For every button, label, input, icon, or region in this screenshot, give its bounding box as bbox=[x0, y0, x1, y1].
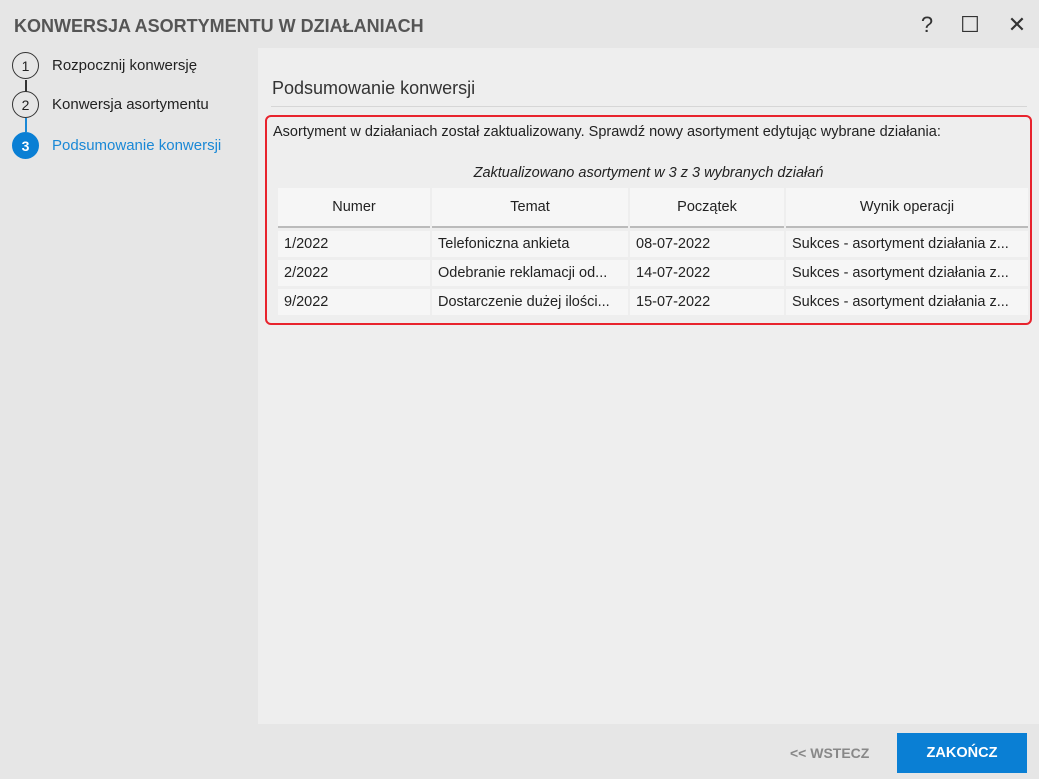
window-title: KONWERSJA ASORTYMENTU W DZIAŁANIACH bbox=[14, 16, 424, 36]
step-3[interactable]: 3 Podsumowanie konwersji bbox=[12, 132, 221, 159]
back-button[interactable]: << WSTECZ bbox=[790, 745, 869, 761]
step-number: 1 bbox=[12, 52, 39, 79]
step-1[interactable]: 1 Rozpocznij konwersję bbox=[12, 52, 197, 79]
step-connector bbox=[25, 118, 27, 132]
table-row[interactable]: 1/2022 Telefoniczna ankieta 08-07-2022 Sukc… bbox=[278, 231, 1028, 257]
cell: 1/2022 bbox=[278, 231, 430, 257]
cell: Sukces - asortyment działania z... bbox=[786, 231, 1028, 257]
cell: Telefoniczna ankieta bbox=[432, 231, 628, 257]
finish-button[interactable]: ZAKOŃCZ bbox=[897, 733, 1027, 773]
cell: 9/2022 bbox=[278, 289, 430, 315]
cell: Sukces - asortyment działania z... bbox=[786, 260, 1028, 286]
table-row[interactable]: 2/2022 Odebranie reklamacji od... 14-07-20… bbox=[278, 260, 1028, 286]
close-button[interactable]: ✕ bbox=[1002, 10, 1032, 40]
step-number: 2 bbox=[12, 91, 39, 118]
step-label: Rozpocznij konwersję bbox=[52, 57, 198, 74]
step-label: Podsumowanie konwersji bbox=[52, 137, 222, 154]
cell: 2/2022 bbox=[278, 260, 430, 286]
cell: Dostarczenie dużej ilości... bbox=[432, 289, 628, 315]
help-button[interactable]: ? bbox=[912, 10, 942, 40]
section-title: Podsumowanie konwersji bbox=[272, 78, 476, 98]
results-table: Numer Temat Początek Wynik operacji 1/20… bbox=[276, 185, 1030, 318]
column-header[interactable]: Wynik operacji bbox=[786, 188, 1028, 228]
column-header[interactable]: Numer bbox=[278, 188, 430, 228]
summary-message: Asortyment w działaniach został zaktuali… bbox=[273, 124, 941, 140]
table-row[interactable]: 9/2022 Dostarczenie dużej ilości... 15-07-… bbox=[278, 289, 1028, 315]
cell: Sukces - asortyment działania z... bbox=[786, 289, 1028, 315]
step-2[interactable]: 2 Konwersja asortymentu bbox=[12, 91, 209, 118]
summary-box: Asortyment w działaniach został zaktuali… bbox=[265, 115, 1032, 325]
step-number: 3 bbox=[12, 132, 39, 159]
step-label: Konwersja asortymentu bbox=[52, 96, 209, 113]
cell: Odebranie reklamacji od... bbox=[432, 260, 628, 286]
cell: 08-07-2022 bbox=[630, 231, 784, 257]
table-caption: Zaktualizowano asortyment w 3 z 3 wybran… bbox=[473, 165, 824, 181]
column-header[interactable]: Temat bbox=[432, 188, 628, 228]
maximize-button[interactable]: ☐ bbox=[955, 10, 985, 40]
cell: 14-07-2022 bbox=[630, 260, 784, 286]
divider bbox=[271, 106, 1027, 107]
cell: 15-07-2022 bbox=[630, 289, 784, 315]
table-header: Numer Temat Początek Wynik operacji bbox=[278, 188, 1028, 228]
column-header[interactable]: Początek bbox=[630, 188, 784, 228]
content-panel: Podsumowanie konwersji Asortyment w dzia… bbox=[258, 48, 1039, 724]
